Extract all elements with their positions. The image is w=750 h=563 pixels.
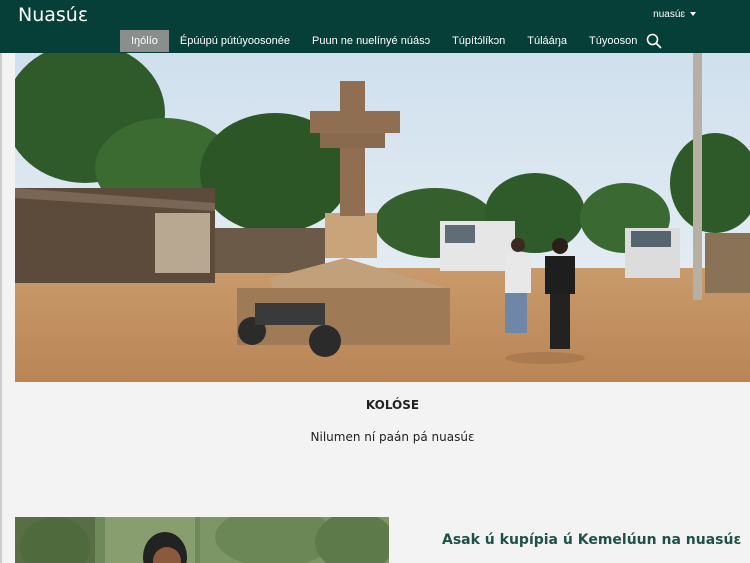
caret-down-icon (690, 12, 696, 17)
nav-item-community[interactable]: Puun ne nuelínyé núásɔ (301, 30, 441, 52)
search-icon[interactable] (646, 33, 662, 49)
site-brand[interactable]: Nuasúɛ (18, 4, 88, 26)
section-heading: Asak ú kupípia ú Kemelúun na nuasúɛ (442, 532, 742, 548)
nav-item-books[interactable]: Épúúpú pútúyoosonée (169, 30, 301, 52)
nav-item-lessons[interactable]: Túyooson (578, 30, 648, 52)
main-menu: Iŋólío Épúúpú pútúyoosonée Puun ne nuelí… (120, 30, 648, 52)
nav-item-home[interactable]: Iŋólío (120, 30, 169, 52)
language-selector[interactable]: nuasúɛ (653, 9, 696, 20)
nav-item-articles[interactable]: Túpítɔ́líkɔn (441, 30, 516, 52)
nav-item-songs[interactable]: Túlááŋa (516, 30, 578, 52)
page-left-border (0, 53, 2, 563)
language-label: nuasúɛ (653, 9, 685, 20)
top-navigation-bar: Nuasúɛ nuasúɛ Iŋólío Épúúpú pútúyoosonée… (0, 0, 750, 53)
hero-image (15, 53, 750, 382)
hero-subtitle: Nilumen ní paán pá nuasúɛ (310, 430, 475, 444)
article-thumbnail[interactable] (15, 517, 389, 563)
hero-title: KOLÓSE (365, 398, 420, 412)
